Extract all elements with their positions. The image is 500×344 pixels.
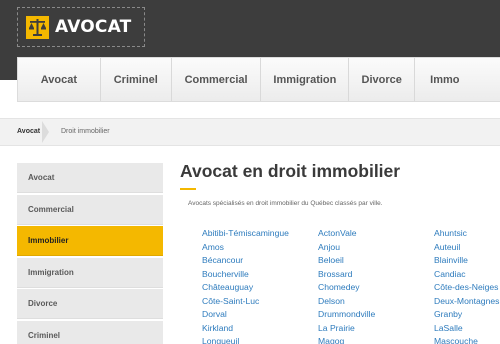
page-title: Avocat en droit immobilier: [180, 161, 401, 181]
city-link[interactable]: La Prairie: [318, 322, 375, 336]
city-link[interactable]: Amos: [202, 241, 289, 255]
city-link[interactable]: Côte-Saint-Luc: [202, 295, 289, 309]
city-link[interactable]: Brossard: [318, 268, 375, 282]
scales-of-justice-icon: [26, 15, 49, 39]
city-link[interactable]: Magog: [318, 335, 375, 344]
city-link[interactable]: Longueuil: [202, 335, 289, 344]
city-link[interactable]: Châteauguay: [202, 281, 289, 295]
city-link[interactable]: Auteuil: [434, 241, 499, 255]
city-link[interactable]: Dorval: [202, 308, 289, 322]
logo-text: AVOCAT: [55, 17, 132, 37]
city-link[interactable]: Boucherville: [202, 268, 289, 282]
intro-text: Avocats spécialisés en droit immobilier …: [188, 200, 383, 207]
city-link[interactable]: Mascouche: [434, 335, 499, 344]
city-column-2: ActonVale Anjou Beloeil Brossard Chomede…: [318, 227, 375, 344]
city-link[interactable]: ActonVale: [318, 227, 375, 241]
main-nav: Avocat Criminel Commercial Immigration D…: [17, 57, 500, 102]
sidebar-item-commercial[interactable]: Commercial: [17, 194, 163, 225]
nav-item-commercial[interactable]: Commercial: [172, 58, 262, 101]
city-link[interactable]: Côte-des-Neiges: [434, 281, 499, 295]
sidebar-item-criminel[interactable]: Criminel: [17, 320, 163, 344]
nav-item-avocat[interactable]: Avocat: [18, 58, 101, 101]
nav-item-immobilier[interactable]: Immo: [415, 58, 500, 101]
city-link[interactable]: Anjou: [318, 241, 375, 255]
title-underline: [180, 188, 196, 190]
sidebar-item-immobilier[interactable]: Immobilier: [17, 226, 163, 256]
nav-item-criminel[interactable]: Criminel: [101, 58, 172, 101]
city-link[interactable]: Drummondville: [318, 308, 375, 322]
sidebar-menu: Avocat Commercial Immobilier Immigration…: [17, 163, 163, 344]
city-link[interactable]: Ahuntsic: [434, 227, 499, 241]
city-link[interactable]: Candiac: [434, 268, 499, 282]
breadcrumb-separator-icon: [42, 121, 49, 143]
city-link[interactable]: Abitibi-Témiscamingue: [202, 227, 289, 241]
city-link[interactable]: Beloeil: [318, 254, 375, 268]
city-link[interactable]: Kirkland: [202, 322, 289, 336]
city-link[interactable]: Granby: [434, 308, 499, 322]
site-logo[interactable]: AVOCAT: [17, 7, 145, 47]
city-link[interactable]: Delson: [318, 295, 375, 309]
city-column-1: Abitibi-Témiscamingue Amos Bécancour Bou…: [202, 227, 289, 344]
city-link[interactable]: Deux-Montagnes: [434, 295, 499, 309]
nav-item-immigration[interactable]: Immigration: [261, 58, 350, 101]
breadcrumb-current: Droit immobilier: [61, 128, 110, 135]
city-link[interactable]: Chomedey: [318, 281, 375, 295]
sidebar-item-divorce[interactable]: Divorce: [17, 289, 163, 319]
nav-item-divorce[interactable]: Divorce: [349, 58, 416, 101]
breadcrumb: Avocat Droit immobilier: [0, 118, 500, 146]
city-link[interactable]: Blainville: [434, 254, 499, 268]
city-link[interactable]: LaSalle: [434, 322, 499, 336]
sidebar-item-avocat[interactable]: Avocat: [17, 163, 163, 193]
city-link[interactable]: Bécancour: [202, 254, 289, 268]
sidebar-item-immigration[interactable]: Immigration: [17, 257, 163, 288]
city-column-3: Ahuntsic Auteuil Blainville Candiac Côte…: [434, 227, 499, 344]
